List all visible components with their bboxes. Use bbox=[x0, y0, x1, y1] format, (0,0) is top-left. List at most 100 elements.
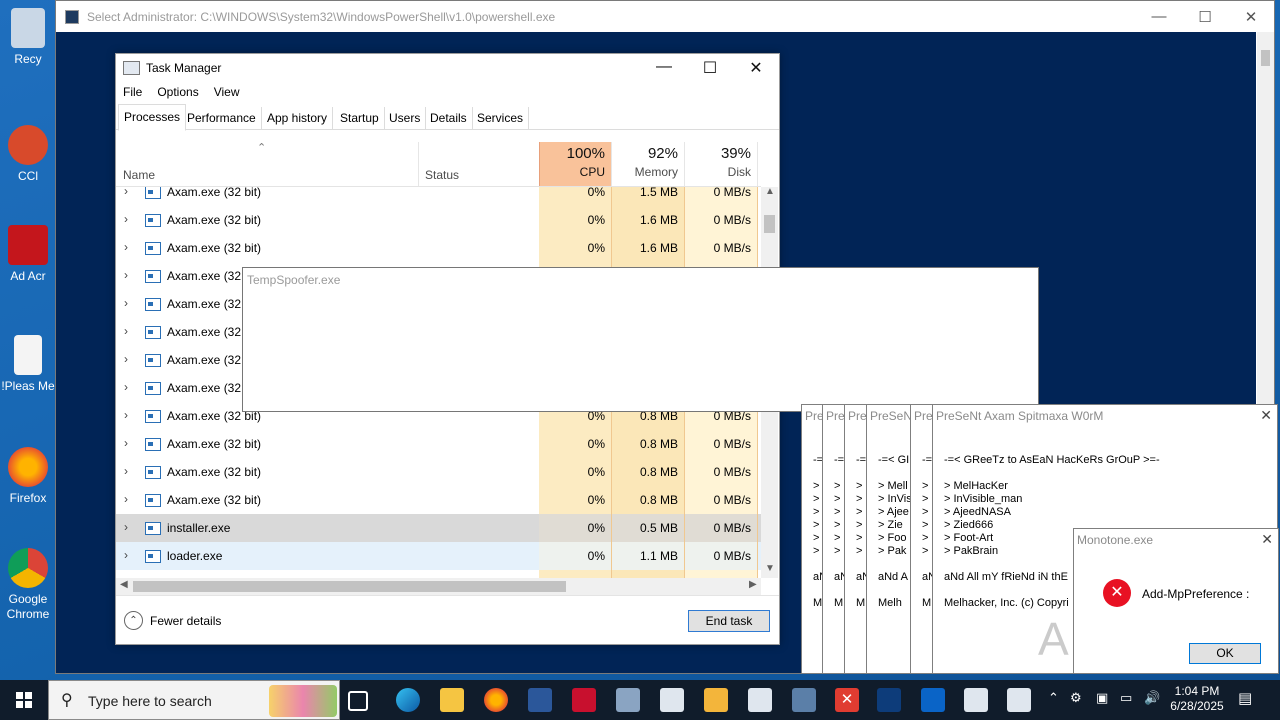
desktop-icon-recycle-bin[interactable]: Recy bbox=[0, 8, 56, 67]
clock[interactable]: 1:04 PM 6/28/2025 bbox=[1166, 684, 1228, 714]
process-row[interactable]: › Axam.exe (32 bit) 0% 0.8 MB 0 MB/s bbox=[116, 430, 761, 458]
expand-chevron-icon[interactable]: › bbox=[124, 436, 128, 450]
desktop-icon-chrome[interactable]: Google Chrome bbox=[0, 548, 56, 622]
desktop-icon-please[interactable]: !Pleas Me bbox=[0, 335, 56, 394]
expand-chevron-icon[interactable]: › bbox=[124, 240, 128, 254]
chevron-up-icon[interactable]: ⌃ bbox=[1048, 690, 1059, 706]
notification-icon[interactable]: ▤ bbox=[1238, 689, 1252, 707]
process-row[interactable]: › Axam.exe (32 bit) 0% 1.6 MB 0 MB/s bbox=[116, 206, 761, 234]
tab-details[interactable]: Details bbox=[425, 107, 473, 129]
scroll-left-icon[interactable]: ◀ bbox=[120, 579, 128, 590]
scroll-right-icon[interactable]: ▶ bbox=[749, 579, 757, 590]
firefox-icon[interactable] bbox=[484, 688, 508, 712]
memory-cell: 0.5 MB bbox=[612, 514, 685, 542]
expand-chevron-icon[interactable]: › bbox=[124, 296, 128, 310]
expand-chevron-icon[interactable]: › bbox=[124, 380, 128, 394]
taskbar-app-icon[interactable] bbox=[572, 688, 596, 712]
present-dialog-stub[interactable]: PreS-=>>>>>>aNM bbox=[910, 404, 934, 674]
taskbar-app-icon[interactable] bbox=[704, 688, 728, 712]
process-list-hscrollbar[interactable]: ◀ ▶ bbox=[116, 578, 761, 595]
tray-app-icon[interactable]: ⚙ bbox=[1070, 690, 1082, 706]
fewer-details-link[interactable]: Fewer details bbox=[150, 614, 221, 628]
powershell-icon bbox=[65, 9, 79, 24]
expand-chevron-icon[interactable]: › bbox=[124, 408, 128, 422]
process-row[interactable]: › installer.exe 0% 0.5 MB 0 MB/s bbox=[116, 514, 761, 542]
expand-chevron-icon[interactable]: › bbox=[124, 268, 128, 282]
scrollbar-thumb[interactable] bbox=[764, 215, 775, 233]
desktop-icon-acrobat[interactable]: Ad Acr bbox=[0, 225, 56, 284]
minimize-button[interactable]: — bbox=[641, 58, 687, 78]
minimize-button[interactable]: — bbox=[1136, 8, 1182, 26]
column-cpu[interactable]: 100% CPU bbox=[539, 142, 612, 186]
edge-icon[interactable] bbox=[396, 688, 420, 712]
close-icon[interactable]: ✕ bbox=[1261, 531, 1273, 548]
maximize-button[interactable]: ☐ bbox=[687, 58, 733, 78]
scrollbar-thumb[interactable] bbox=[1261, 50, 1270, 66]
expand-chevron-icon[interactable]: › bbox=[124, 464, 128, 478]
expand-chevron-icon[interactable]: › bbox=[124, 212, 128, 226]
tab-startup[interactable]: Startup bbox=[335, 107, 385, 129]
scroll-up-icon[interactable]: ▲ bbox=[765, 186, 775, 197]
ok-button[interactable]: OK bbox=[1189, 643, 1261, 664]
powershell-titlebar[interactable]: Select Administrator: C:\WINDOWS\System3… bbox=[56, 1, 1274, 32]
process-row[interactable]: › Axam.exe (32 bit) 0% 1.5 MB 0 MB/s bbox=[116, 187, 761, 206]
task-manager-titlebar[interactable]: Task Manager — ☐ ✕ bbox=[116, 54, 779, 82]
process-row[interactable]: › loader.exe 0% 1.1 MB 0 MB/s bbox=[116, 542, 761, 570]
powershell-icon[interactable] bbox=[877, 688, 901, 712]
expand-chevron-icon[interactable]: › bbox=[124, 520, 128, 534]
taskbar-window-icon[interactable] bbox=[1007, 688, 1031, 712]
volume-icon[interactable]: 🔊 bbox=[1144, 690, 1160, 706]
expand-chevron-icon[interactable]: › bbox=[124, 324, 128, 338]
column-status[interactable]: Status bbox=[419, 142, 539, 186]
column-name[interactable]: Name bbox=[116, 142, 419, 186]
task-view-icon[interactable] bbox=[348, 691, 368, 711]
close-button[interactable]: ✕ bbox=[1228, 8, 1274, 26]
process-row[interactable]: › Axam.exe (32 bit) 0% 0.8 MB 0 MB/s bbox=[116, 458, 761, 486]
column-memory[interactable]: 92% Memory bbox=[612, 142, 685, 186]
desktop-icon-firefox[interactable]: Firefox bbox=[0, 447, 56, 506]
expand-chevron-icon[interactable]: › bbox=[124, 352, 128, 366]
task-manager-taskbar-icon[interactable] bbox=[616, 688, 640, 712]
monotone-dialog[interactable]: Monotone.exe ✕ ✕ Add-MpPreference : OK bbox=[1073, 528, 1279, 674]
close-icon[interactable]: ✕ bbox=[1260, 407, 1272, 424]
file-explorer-icon[interactable] bbox=[440, 688, 464, 712]
search-box[interactable]: ⚲ Type here to search bbox=[48, 680, 340, 720]
desktop-icon-ccleaner[interactable]: CCl bbox=[0, 125, 56, 184]
taskbar-window-icon[interactable] bbox=[660, 688, 684, 712]
network-icon[interactable]: ▣ bbox=[1096, 690, 1108, 706]
process-row[interactable]: › Axam.exe (32 bit) 0% 0.8 MB 0 MB/s bbox=[116, 486, 761, 514]
tab-performance[interactable]: Performance bbox=[182, 107, 262, 129]
scroll-down-icon[interactable]: ▼ bbox=[765, 563, 775, 574]
tab-services[interactable]: Services bbox=[472, 107, 530, 129]
battery-icon[interactable]: ▭ bbox=[1120, 690, 1132, 706]
cpu-cell: 0% bbox=[539, 430, 612, 458]
taskbar-window-icon[interactable] bbox=[748, 688, 772, 712]
taskbar-app-icon[interactable] bbox=[792, 688, 816, 712]
taskbar-window-icon[interactable] bbox=[964, 688, 988, 712]
chevron-up-circle-icon[interactable]: ⌃ bbox=[124, 611, 143, 630]
process-row[interactable]: ›LoqOrbitSy0%2.0 MB0 MB/s bbox=[116, 570, 761, 578]
end-task-button[interactable]: End task bbox=[688, 610, 770, 632]
menu-view[interactable]: View bbox=[214, 85, 240, 99]
expand-chevron-icon[interactable]: › bbox=[124, 548, 128, 562]
close-button[interactable]: ✕ bbox=[733, 58, 779, 78]
menu-file[interactable]: File bbox=[123, 85, 142, 99]
start-button[interactable] bbox=[0, 680, 48, 720]
column-disk[interactable]: 39% Disk bbox=[685, 142, 758, 186]
dialog-text-line: > Mell bbox=[878, 480, 908, 492]
ccleaner-icon bbox=[8, 125, 48, 165]
expand-chevron-icon[interactable]: › bbox=[124, 187, 128, 198]
taskbar-app-icon[interactable] bbox=[528, 688, 552, 712]
member-line: > Zied666 bbox=[944, 519, 994, 531]
tab-processes[interactable]: Processes bbox=[118, 104, 187, 131]
menu-options[interactable]: Options bbox=[157, 85, 198, 99]
tab-users[interactable]: Users bbox=[384, 107, 427, 129]
process-row[interactable]: › Axam.exe (32 bit) 0% 1.6 MB 0 MB/s bbox=[116, 234, 761, 262]
dialog-text-line: Melh bbox=[878, 597, 902, 609]
error-app-icon[interactable]: ✕ bbox=[835, 688, 859, 712]
tab-app-history[interactable]: App history bbox=[262, 107, 334, 129]
expand-chevron-icon[interactable]: › bbox=[124, 492, 128, 506]
hscrollbar-thumb[interactable] bbox=[133, 581, 566, 592]
outlook-icon[interactable] bbox=[921, 688, 945, 712]
maximize-button[interactable]: ☐ bbox=[1182, 8, 1228, 26]
